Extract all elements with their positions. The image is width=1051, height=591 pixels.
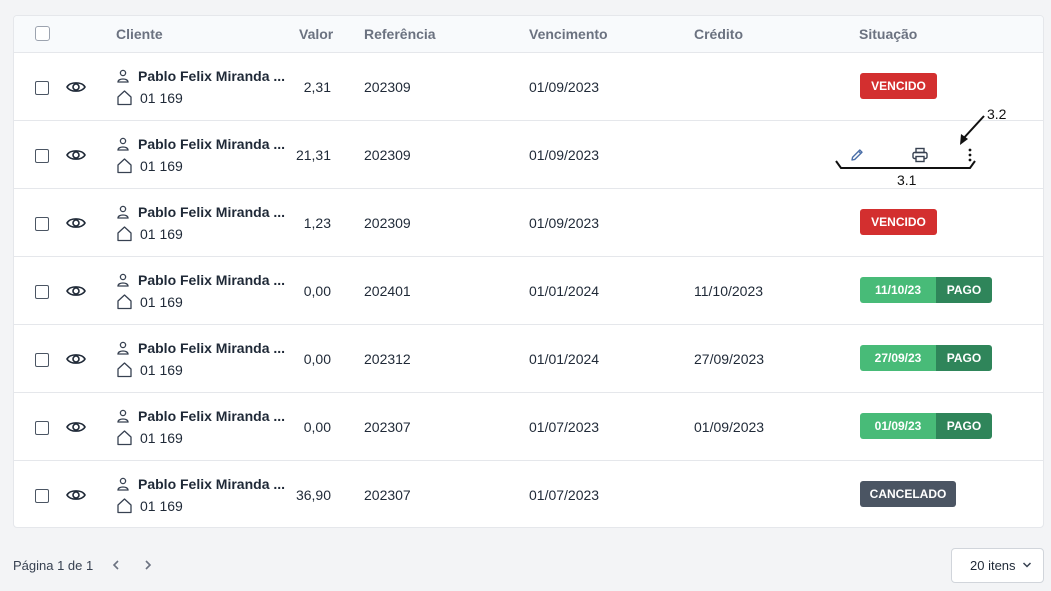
annotation-overlay: [835, 115, 985, 169]
chevron-down-icon: [1022, 562, 1032, 568]
bracket-annotation: [835, 160, 976, 169]
arrow-annotation: [961, 115, 985, 141]
per-page-select[interactable]: 20 itens: [951, 548, 1044, 583]
pagination-label: Página 1 de 1: [13, 558, 94, 573]
chevron-right-icon[interactable]: [141, 558, 155, 572]
annotation-label-3-2: 3.2: [987, 106, 1007, 122]
chevron-left-icon[interactable]: [109, 558, 123, 572]
annotation-label-3-1: 3.1: [897, 172, 917, 188]
